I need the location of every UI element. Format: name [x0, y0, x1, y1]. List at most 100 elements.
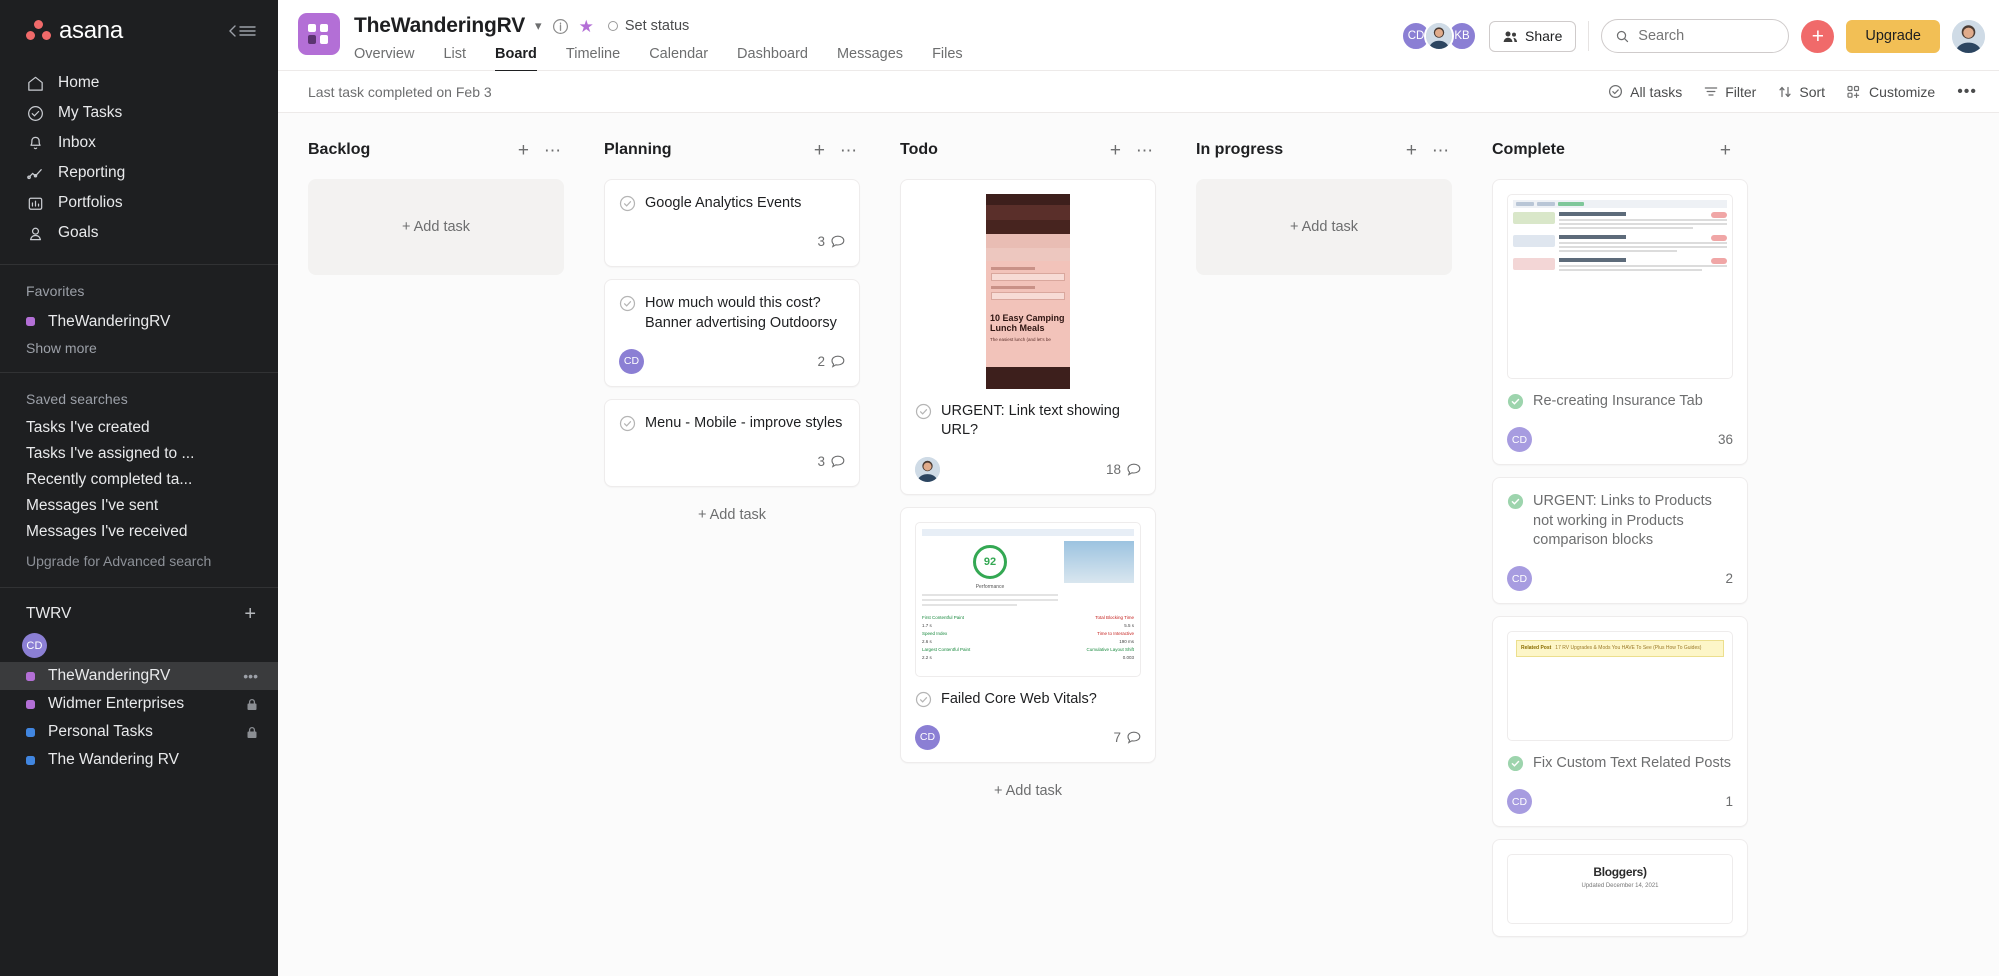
avatar[interactable]: [1424, 21, 1454, 51]
saved-search-recently-completed[interactable]: Recently completed ta...: [0, 467, 278, 493]
sidebar-project-widmer-enterprises[interactable]: Widmer Enterprises: [0, 690, 278, 718]
sidebar-item-my-tasks[interactable]: My Tasks: [0, 98, 278, 128]
sidebar-project-thewanderingrv[interactable]: TheWanderingRV •••: [0, 662, 278, 690]
card-assignee-avatar[interactable]: CD: [1507, 789, 1532, 814]
add-card-button[interactable]: +: [1406, 141, 1417, 160]
sidebar-item-home[interactable]: Home: [0, 68, 278, 98]
all-tasks-button[interactable]: All tasks: [1608, 84, 1682, 100]
check-circle-icon[interactable]: [619, 195, 636, 212]
chevron-down-icon[interactable]: ▾: [535, 18, 542, 34]
task-card[interactable]: URGENT: Links to Products not working in…: [1492, 477, 1748, 604]
add-task-link[interactable]: + Add task: [604, 499, 860, 531]
task-card[interactable]: Related Post 17 RV Upgrades & Mods You H…: [1492, 616, 1748, 827]
card-assignee-avatar[interactable]: CD: [1507, 427, 1532, 452]
tab-list[interactable]: List: [443, 46, 466, 72]
task-card[interactable]: Re-creating Insurance Tab CD 36: [1492, 179, 1748, 465]
sidebar-project-personal-tasks[interactable]: Personal Tasks: [0, 718, 278, 746]
tab-overview[interactable]: Overview: [354, 46, 414, 72]
info-icon[interactable]: [552, 18, 569, 35]
set-status-button[interactable]: Set status: [608, 18, 689, 34]
metric-row: First Contentful PaintTotal Blocking Tim…: [922, 615, 1134, 620]
check-circle-filled-icon[interactable]: [1507, 755, 1524, 772]
toolbar-more-button[interactable]: •••: [1957, 83, 1977, 101]
quick-add-button[interactable]: +: [1801, 20, 1834, 53]
card-thumbnail-lighthouse-report[interactable]: 92 Performance First Contentful: [915, 522, 1141, 677]
card-title: Fix Custom Text Related Posts: [1533, 754, 1731, 773]
add-card-button[interactable]: +: [518, 141, 529, 160]
doc-text-line: [1559, 227, 1693, 229]
add-card-button[interactable]: +: [1110, 141, 1121, 160]
asana-logo[interactable]: asana: [26, 17, 123, 45]
tab-board[interactable]: Board: [495, 46, 537, 72]
card-thumbnail-blog[interactable]: Bloggers) Updated December 14, 2021: [1507, 854, 1733, 924]
check-circle-icon[interactable]: [915, 691, 932, 708]
search-input[interactable]: [1638, 28, 1774, 44]
saved-search-tasks-assigned[interactable]: Tasks I've assigned to ...: [0, 441, 278, 467]
card-title: Menu - Mobile - improve styles: [645, 414, 842, 433]
sort-button[interactable]: Sort: [1778, 84, 1825, 100]
sidebar-item-inbox[interactable]: Inbox: [0, 128, 278, 158]
check-circle-filled-icon[interactable]: [1507, 393, 1524, 410]
tab-messages[interactable]: Messages: [837, 46, 903, 72]
search-box[interactable]: [1601, 19, 1789, 53]
card-thumbnail-related-post[interactable]: Related Post 17 RV Upgrades & Mods You H…: [1507, 631, 1733, 741]
task-card[interactable]: 10 Easy Camping Lunch Meals The easiest …: [900, 179, 1156, 495]
check-circle-icon[interactable]: [619, 415, 636, 432]
upgrade-advanced-search-link[interactable]: Upgrade for Advanced search: [0, 545, 278, 581]
add-project-button[interactable]: +: [244, 604, 256, 624]
add-task-placeholder[interactable]: + Add task: [1196, 179, 1452, 275]
card-thumbnail-mobile-screenshot[interactable]: 10 Easy Camping Lunch Meals The easiest …: [915, 194, 1141, 389]
team-avatar[interactable]: CD: [22, 633, 47, 658]
filter-button[interactable]: Filter: [1704, 84, 1756, 100]
task-card[interactable]: Bloggers) Updated December 14, 2021: [1492, 839, 1748, 937]
add-card-button[interactable]: +: [1720, 141, 1731, 160]
card-thumbnail-insurance-tab[interactable]: [1507, 194, 1733, 379]
report-metrics: First Contentful PaintTotal Blocking Tim…: [922, 615, 1134, 660]
profile-avatar[interactable]: [1952, 20, 1985, 53]
check-circle-filled-icon[interactable]: [1507, 493, 1524, 510]
share-button[interactable]: Share: [1489, 21, 1576, 52]
saved-search-messages-sent[interactable]: Messages I've sent: [0, 493, 278, 519]
saved-search-messages-received[interactable]: Messages I've received: [0, 519, 278, 545]
card-assignee-avatar[interactable]: CD: [1507, 566, 1532, 591]
customize-button[interactable]: Customize: [1847, 84, 1935, 100]
sidebar-item-reporting[interactable]: Reporting: [0, 158, 278, 188]
check-circle-icon[interactable]: [619, 295, 636, 312]
comment-icon: [831, 455, 845, 468]
sidebar-project-the-wandering-rv[interactable]: The Wandering RV: [0, 746, 278, 774]
add-card-button[interactable]: +: [814, 141, 825, 160]
favorite-star-icon[interactable]: ★: [579, 18, 594, 35]
card-assignee-avatar[interactable]: CD: [915, 725, 940, 750]
phone-field-label: [991, 267, 1035, 270]
add-task-placeholder[interactable]: + Add task: [308, 179, 564, 275]
task-card[interactable]: Google Analytics Events 3: [604, 179, 860, 267]
doc-logo: [1513, 258, 1555, 270]
column-menu-button[interactable]: ⋯: [840, 142, 858, 159]
column-menu-button[interactable]: ⋯: [544, 142, 562, 159]
card-assignee-avatar[interactable]: [915, 457, 940, 482]
sidebar-item-goals[interactable]: Goals: [0, 218, 278, 248]
phone-field: [991, 292, 1065, 300]
upgrade-button[interactable]: Upgrade: [1846, 20, 1940, 53]
sidebar-item-label: My Tasks: [58, 104, 122, 122]
sidebar-nav: Home My Tasks Inbox Reporting Portfolios…: [0, 62, 278, 258]
show-more-favorites[interactable]: Show more: [0, 336, 278, 366]
check-circle-icon[interactable]: [915, 403, 932, 420]
column-menu-button[interactable]: ⋯: [1136, 142, 1154, 159]
task-card[interactable]: How much would this cost? Banner adverti…: [604, 279, 860, 387]
saved-search-tasks-created[interactable]: Tasks I've created: [0, 415, 278, 441]
sidebar-item-portfolios[interactable]: Portfolios: [0, 188, 278, 218]
add-task-link[interactable]: + Add task: [900, 775, 1156, 807]
card-assignee-avatar[interactable]: CD: [619, 349, 644, 374]
tab-timeline[interactable]: Timeline: [566, 46, 620, 72]
tab-dashboard[interactable]: Dashboard: [737, 46, 808, 72]
task-card[interactable]: 92 Performance First Contentful: [900, 507, 1156, 763]
project-overflow-icon[interactable]: •••: [243, 668, 258, 684]
customize-label: Customize: [1869, 84, 1935, 100]
tab-files[interactable]: Files: [932, 46, 963, 72]
favorite-item-thewanderingrv[interactable]: TheWanderingRV: [0, 307, 278, 336]
column-menu-button[interactable]: ⋯: [1432, 142, 1450, 159]
task-card[interactable]: Menu - Mobile - improve styles 3: [604, 399, 860, 487]
collapse-sidebar-button[interactable]: [228, 25, 256, 37]
tab-calendar[interactable]: Calendar: [649, 46, 708, 72]
